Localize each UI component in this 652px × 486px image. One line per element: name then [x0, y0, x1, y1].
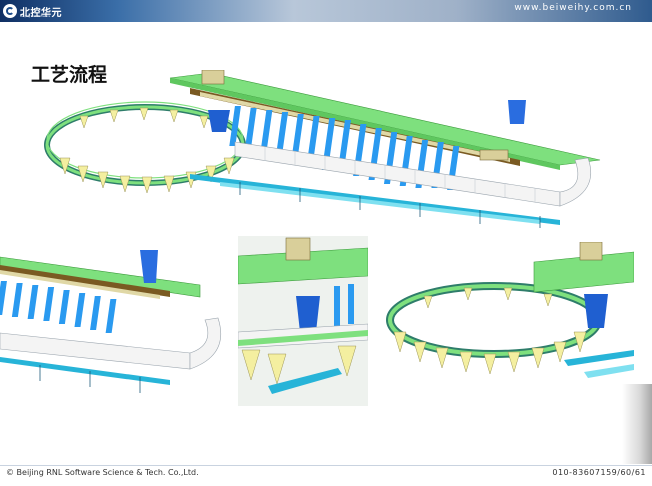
- company-logo-subtext: Beijing Rnl Software: [20, 14, 51, 18]
- company-logo-icon: [3, 4, 17, 18]
- page-curl-shadow: [622, 384, 652, 464]
- header-bar: 北控华元 Beijing Rnl Software www.beiweihy.c…: [0, 0, 652, 22]
- footer-contact: 010-83607159/60/61: [552, 468, 646, 477]
- website-url: www.beiweihy.com.cn: [514, 3, 632, 13]
- detail-conveyor-view-figure: [0, 245, 225, 405]
- footer-divider: [0, 465, 652, 466]
- footer-copyright: © Beijing RNL Software Science & Tech. C…: [6, 468, 199, 477]
- detail-conveyor-drawing: [0, 250, 222, 393]
- detail-ring-cooler-drawing: [386, 242, 634, 378]
- detail-hopper-drawing: [238, 236, 368, 406]
- main-3d-model-figure: [40, 70, 620, 230]
- detail-ring-cooler-view-figure: [384, 242, 634, 402]
- detail-hopper-view-figure: [238, 236, 368, 406]
- main-3d-model-drawing: [44, 70, 601, 228]
